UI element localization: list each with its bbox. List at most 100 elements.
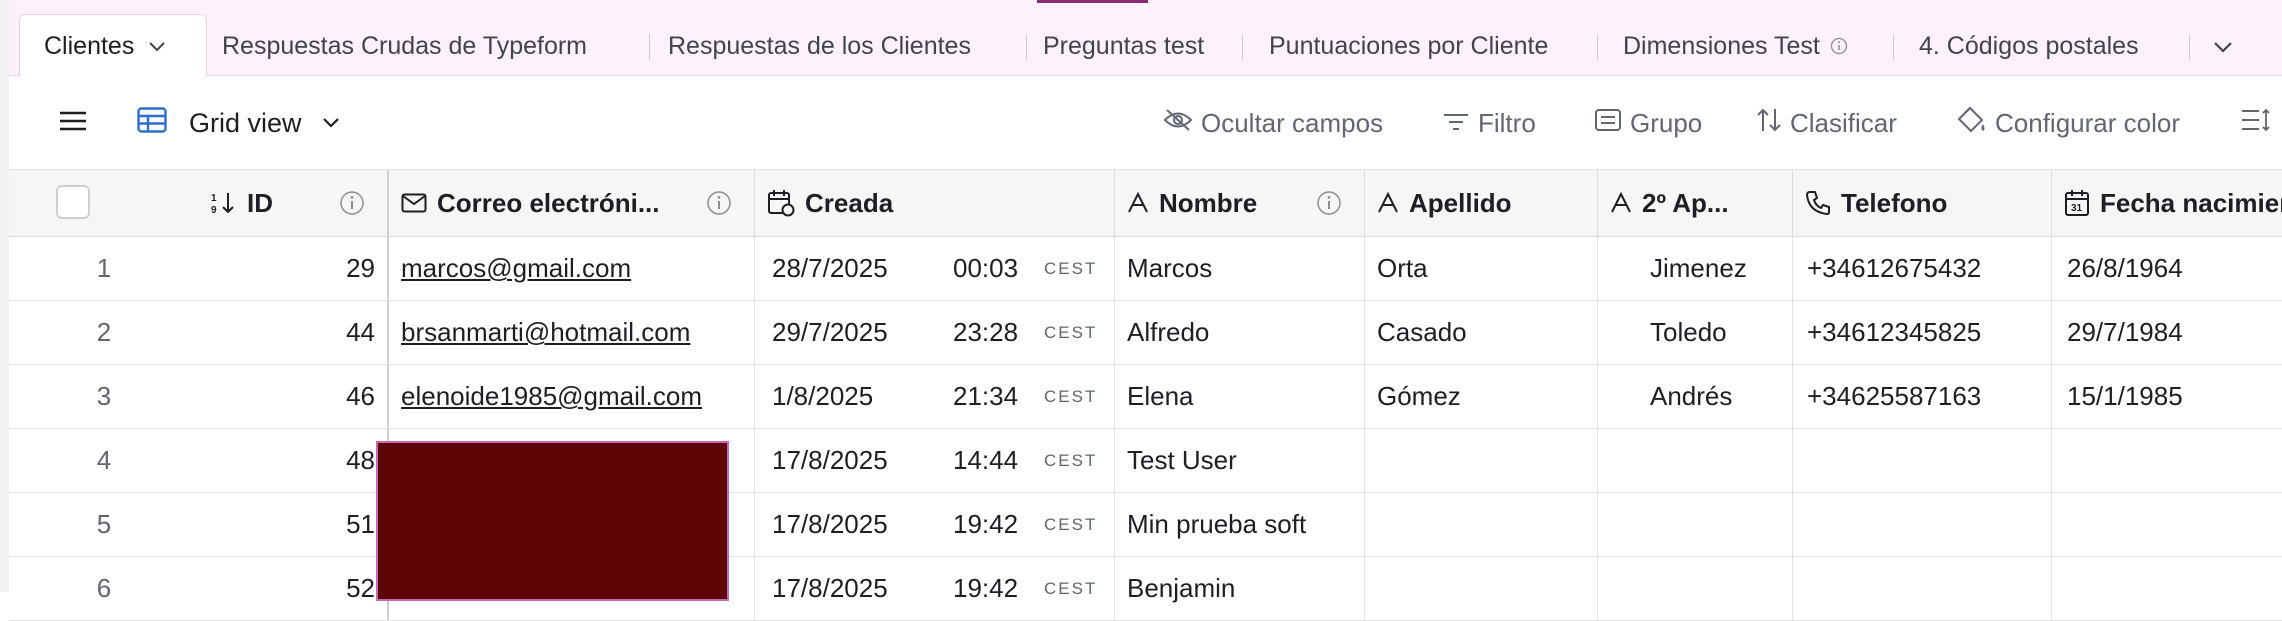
created-date: 28/7/2025 xyxy=(772,253,888,283)
email-link[interactable]: brsanmarti@hotmail.com xyxy=(401,317,690,348)
info-icon[interactable] xyxy=(706,190,732,216)
cell-created[interactable]: 1/8/2025 21:34 CEST xyxy=(755,365,1115,428)
cell-apellido2[interactable]: Andrés xyxy=(1598,365,1793,428)
tab-label: Respuestas Crudas de Typeform xyxy=(222,31,588,60)
column-header-created[interactable]: Creada xyxy=(755,170,1115,236)
table-row[interactable]: 5 51 17/8/2025 19:42 CEST Min prueba soft xyxy=(9,493,2282,557)
created-time: 23:28 xyxy=(953,317,1019,347)
table-row[interactable]: 4 48 17/8/2025 14:44 CEST Test User xyxy=(9,429,2282,493)
cell-id[interactable]: 51 xyxy=(199,493,389,556)
more-tabs-button[interactable] xyxy=(2213,14,2233,78)
tab-respuestas-clientes[interactable]: Respuestas de los Clientes xyxy=(668,14,971,78)
row-height-button[interactable] xyxy=(2241,77,2279,169)
tab-preguntas-test[interactable]: Preguntas test xyxy=(1043,14,1204,78)
cell-fecha-nacimiento[interactable]: 15/1/1985 xyxy=(2052,365,2282,428)
cell-fecha-nacimiento[interactable] xyxy=(2052,429,2282,492)
tab-label: Respuestas de los Clientes xyxy=(668,31,971,60)
created-tz: CEST xyxy=(1044,386,1098,406)
cell-nombre[interactable]: Marcos xyxy=(1115,237,1365,300)
cell-nombre[interactable]: Test User xyxy=(1115,429,1365,492)
column-header-fecha-nacimiento[interactable]: 31 Fecha nacimien xyxy=(2052,170,2282,236)
cell-apellido[interactable]: Gómez xyxy=(1365,365,1598,428)
cell-apellido2[interactable]: Jimenez xyxy=(1598,237,1793,300)
cell-telefono[interactable] xyxy=(1793,429,2052,492)
cell-created[interactable]: 28/7/2025 00:03 CEST xyxy=(755,237,1115,300)
cell-telefono[interactable]: +34612675432 xyxy=(1793,237,2052,300)
column-header-nombre[interactable]: Nombre xyxy=(1115,170,1365,236)
cell-apellido[interactable] xyxy=(1365,493,1598,556)
info-icon[interactable] xyxy=(339,190,365,216)
cell-email[interactable]: elenoide1985@gmail.com xyxy=(389,365,755,428)
cell-created[interactable]: 17/8/2025 19:42 CEST xyxy=(755,557,1115,620)
cell-telefono[interactable] xyxy=(1793,557,2052,620)
cell-id[interactable]: 48 xyxy=(199,429,389,492)
table-row[interactable]: 2 44 brsanmarti@hotmail.com 29/7/2025 23:28 C… xyxy=(9,301,2282,365)
tab-clientes[interactable]: Clientes xyxy=(19,14,207,78)
sort-button[interactable]: Clasificar xyxy=(1756,77,1897,169)
column-header-telefono[interactable]: Telefono xyxy=(1793,170,2052,236)
cell-value: 4 xyxy=(96,445,112,475)
cell-value: Alfredo xyxy=(1127,317,1210,347)
cell-value: 48 xyxy=(346,445,375,475)
group-button[interactable]: Grupo xyxy=(1594,77,1702,169)
cell-fecha-nacimiento[interactable]: 29/7/1984 xyxy=(2052,301,2282,364)
info-icon[interactable] xyxy=(1316,190,1342,216)
select-all-checkbox[interactable] xyxy=(56,185,90,219)
column-header-id[interactable]: 19 ID xyxy=(199,170,389,236)
column-header-apellido2[interactable]: 2º Ap... xyxy=(1598,170,1793,236)
cell-fecha-nacimiento[interactable]: 26/8/1964 xyxy=(2052,237,2282,300)
cell-apellido2[interactable] xyxy=(1598,557,1793,620)
column-header-email[interactable]: Correo electróni... xyxy=(389,170,755,236)
cell-id[interactable]: 44 xyxy=(199,301,389,364)
hide-fields-button[interactable]: Ocultar campos xyxy=(1163,77,1383,169)
cell-id[interactable]: 52 xyxy=(199,557,389,620)
table-row[interactable]: 3 46 elenoide1985@gmail.com 1/8/2025 21:34 CE… xyxy=(9,365,2282,429)
table-row[interactable]: 1 29 marcos@gmail.com 28/7/2025 00:03 CEST Mar… xyxy=(9,237,2282,301)
tab-puntuaciones[interactable]: Puntuaciones por Cliente xyxy=(1269,14,1548,78)
created-time: 19:42 xyxy=(953,509,1019,539)
email-link[interactable]: marcos@gmail.com xyxy=(401,253,631,284)
cell-created[interactable]: 17/8/2025 19:42 CEST xyxy=(755,493,1115,556)
menu-button[interactable] xyxy=(59,77,95,169)
cell-nombre[interactable]: Benjamin xyxy=(1115,557,1365,620)
cell-telefono[interactable]: +34612345825 xyxy=(1793,301,2052,364)
column-title: Fecha nacimien xyxy=(2100,187,2282,218)
cell-apellido2[interactable] xyxy=(1598,493,1793,556)
tab-dimensiones-test[interactable]: Dimensiones Test xyxy=(1623,14,1848,78)
cell-created[interactable]: 17/8/2025 14:44 CEST xyxy=(755,429,1115,492)
cell-id[interactable]: 29 xyxy=(199,237,389,300)
cell-apellido[interactable]: Orta xyxy=(1365,237,1598,300)
column-header-apellido[interactable]: Apellido xyxy=(1365,170,1598,236)
cell-nombre[interactable]: Min prueba soft xyxy=(1115,493,1365,556)
cell-apellido[interactable]: Casado xyxy=(1365,301,1598,364)
cell-email[interactable]: brsanmarti@hotmail.com xyxy=(389,301,755,364)
cell-email[interactable]: marcos@gmail.com xyxy=(389,237,755,300)
cell-value: 44 xyxy=(346,317,375,347)
tab-label: Dimensiones Test xyxy=(1623,31,1820,60)
cell-apellido[interactable] xyxy=(1365,557,1598,620)
cell-fecha-nacimiento[interactable] xyxy=(2052,493,2282,556)
filter-button[interactable]: Filtro xyxy=(1442,77,1536,169)
table-row[interactable]: 6 52 17/8/2025 19:42 CEST Benjamin xyxy=(9,557,2282,621)
color-button[interactable]: Configurar color xyxy=(1957,77,2180,169)
view-switcher[interactable]: Grid view xyxy=(137,77,348,169)
tab-respuestas-crudas[interactable]: Respuestas Crudas de Typeform xyxy=(222,14,587,78)
cell-fecha-nacimiento[interactable] xyxy=(2052,557,2282,620)
cell-nombre[interactable]: Alfredo xyxy=(1115,301,1365,364)
email-link[interactable]: elenoide1985@gmail.com xyxy=(401,381,702,412)
cell-telefono[interactable] xyxy=(1793,493,2052,556)
tab-codigos-postales[interactable]: 4. Códigos postales xyxy=(1919,14,2139,78)
cell-nombre[interactable]: Elena xyxy=(1115,365,1365,428)
chevron-down-icon[interactable] xyxy=(148,41,166,53)
cell-id[interactable]: 46 xyxy=(199,365,389,428)
cell-telefono[interactable]: +34625587163 xyxy=(1793,365,2052,428)
cell-apellido2[interactable] xyxy=(1598,429,1793,492)
info-icon xyxy=(1830,37,1848,55)
hamburger-icon xyxy=(59,108,95,139)
cell-created[interactable]: 29/7/2025 23:28 CEST xyxy=(755,301,1115,364)
cell-apellido2[interactable]: Toledo xyxy=(1598,301,1793,364)
envelope-icon xyxy=(401,193,427,213)
cell-value: Andrés xyxy=(1650,381,1733,411)
svg-text:1: 1 xyxy=(211,193,217,204)
cell-apellido[interactable] xyxy=(1365,429,1598,492)
